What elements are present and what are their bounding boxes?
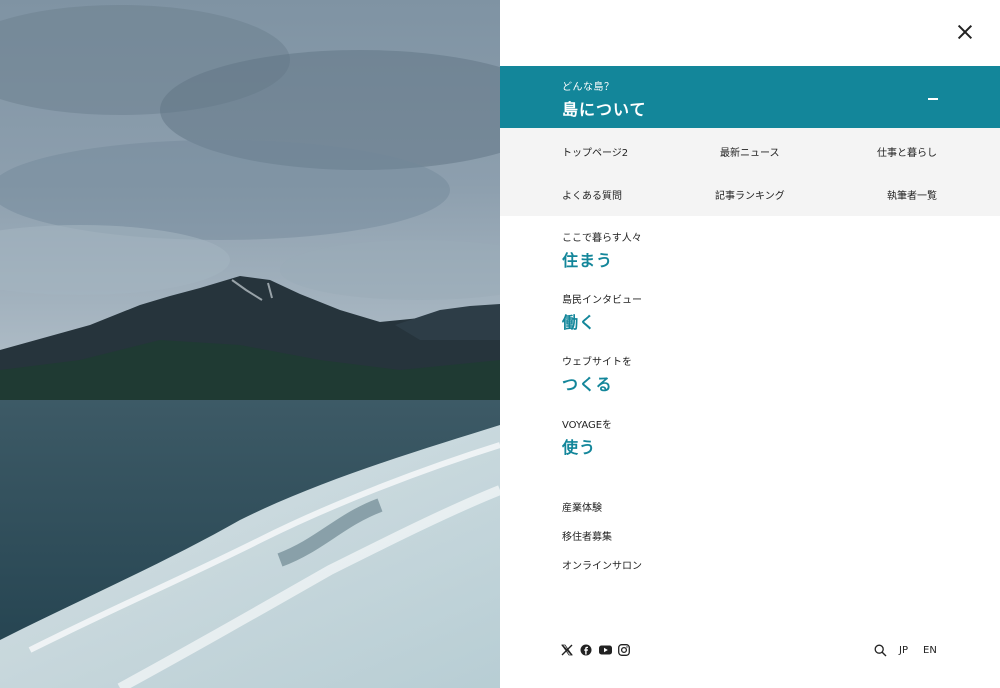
category-kicker: ウェブサイトを <box>562 357 632 368</box>
featured-section[interactable]: どんな島？ 島について <box>500 66 1000 128</box>
youtube-icon[interactable] <box>598 643 612 657</box>
category-kicker: ここで暮らす人々 <box>562 233 642 244</box>
category-build[interactable]: ウェブサイトを つくる <box>562 353 632 395</box>
category-kicker: VOYAGEを <box>562 420 613 431</box>
subnav-link-top-page-2[interactable]: トップページ2 <box>562 144 628 159</box>
close-menu-button[interactable] <box>952 20 978 46</box>
featured-title: 島について <box>562 100 647 119</box>
subnav-link-latest-news[interactable]: 最新ニュース <box>720 144 780 159</box>
category-work[interactable]: 島民インタビュー 働く <box>562 291 642 333</box>
featured-eyebrow: どんな島？ <box>562 82 615 93</box>
category-kicker: 島民インタビュー <box>562 295 642 306</box>
search-icon[interactable] <box>873 643 887 657</box>
hero-photo <box>0 0 500 688</box>
link-migrant-recruitment[interactable]: 移住者募集 <box>562 528 612 543</box>
subnav-link-authors[interactable]: 執筆者一覧 <box>887 187 937 202</box>
collapse-icon[interactable] <box>928 98 938 100</box>
lang-en[interactable]: EN <box>923 645 937 656</box>
subnav-link-faq[interactable]: よくある質問 <box>562 187 622 202</box>
lang-jp[interactable]: JP <box>899 645 908 656</box>
x-icon[interactable] <box>560 643 574 657</box>
facebook-icon[interactable] <box>579 643 593 657</box>
category-use[interactable]: VOYAGEを 使う <box>562 416 612 458</box>
link-online-salon[interactable]: オンラインサロン <box>562 557 642 572</box>
subnav-link-ranking[interactable]: 記事ランキング <box>715 187 785 202</box>
category-heading: 使う <box>562 438 597 457</box>
subnav: トップページ2 最新ニュース 仕事と暮らし よくある質問 記事ランキング 執筆者… <box>500 128 1000 216</box>
link-industry-experience[interactable]: 産業体験 <box>562 499 602 514</box>
category-heading: つくる <box>562 375 613 394</box>
instagram-icon[interactable] <box>617 643 631 657</box>
category-heading: 住まう <box>562 251 614 270</box>
category-heading: 働く <box>562 313 597 332</box>
category-live[interactable]: ここで暮らす人々 住まう <box>562 229 642 271</box>
subnav-link-work-life[interactable]: 仕事と暮らし <box>877 144 937 159</box>
